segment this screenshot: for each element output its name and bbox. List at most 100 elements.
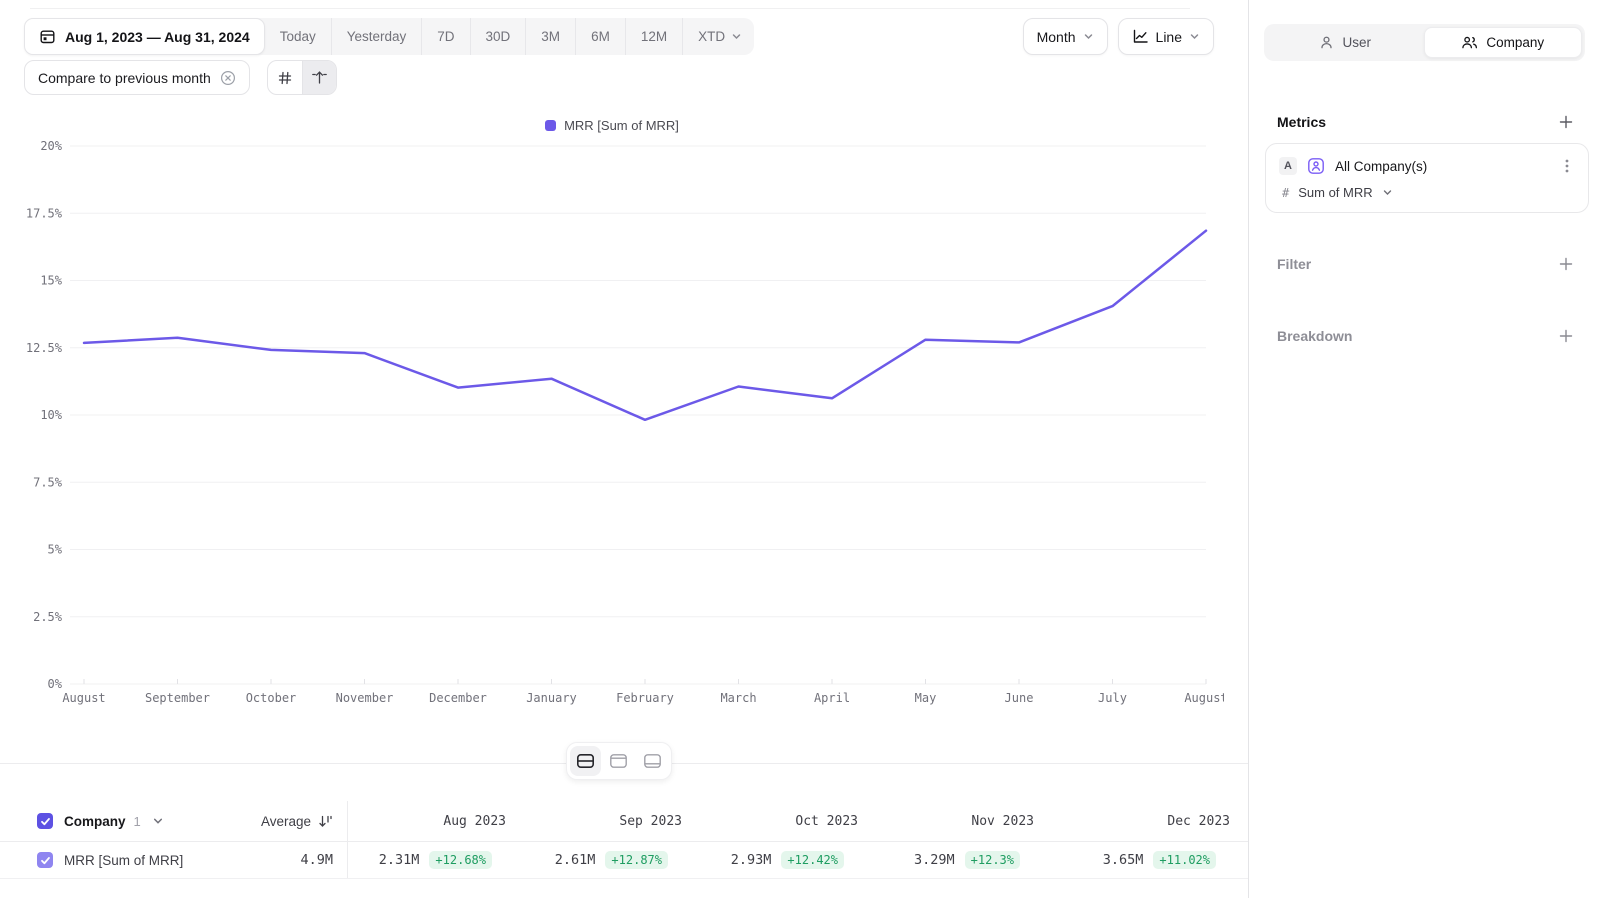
average-value: 4.9M xyxy=(220,842,348,878)
x-tick-label: January xyxy=(526,691,577,705)
y-tick-label: 12.5% xyxy=(26,341,63,355)
date-range-label: Aug 1, 2023 — Aug 31, 2024 xyxy=(65,29,250,45)
chevron-down-icon xyxy=(1382,187,1393,198)
preset-button-today[interactable]: Today xyxy=(265,18,331,55)
add-breakdown-button[interactable] xyxy=(1558,328,1574,344)
add-metric-button[interactable] xyxy=(1558,114,1574,130)
chevron-down-icon xyxy=(1189,31,1200,42)
x-tick-label: May xyxy=(915,691,937,705)
top-divider xyxy=(30,8,1190,9)
layout-split-icon xyxy=(576,753,595,769)
chart-option-toggles xyxy=(267,60,337,95)
grid-icon xyxy=(277,70,293,86)
y-tick-label: 10% xyxy=(40,408,62,422)
date-range-button[interactable]: Aug 1, 2023 — Aug 31, 2024 xyxy=(24,18,265,55)
chart-type-button[interactable]: Line xyxy=(1118,18,1214,55)
add-filter-button[interactable] xyxy=(1558,256,1574,272)
plus-icon xyxy=(1558,114,1574,130)
chart-controls: Month Line xyxy=(1023,18,1214,55)
layout-chart-only-button[interactable] xyxy=(603,746,634,776)
gridlines-toggle-button[interactable] xyxy=(268,61,302,94)
check-icon xyxy=(40,816,51,827)
summary-table: Company 1 Average Aug 2023Sep 2023Oct 20… xyxy=(0,801,1248,879)
mrr-series-line xyxy=(84,231,1206,420)
average-header-label: Average xyxy=(261,814,311,829)
y-tick-label: 15% xyxy=(40,274,62,288)
main-panel: Aug 1, 2023 — Aug 31, 2024 TodayYesterda… xyxy=(0,0,1248,898)
delta-badge: +12.68% xyxy=(429,851,492,869)
x-tick-label: March xyxy=(720,691,756,705)
date-presets: TodayYesterday7D30D3M6M12M xyxy=(265,18,682,55)
tab-company[interactable]: Company xyxy=(1424,27,1583,58)
compare-chip[interactable]: Compare to previous month xyxy=(24,60,250,95)
preset-button-yesterday[interactable]: Yesterday xyxy=(331,18,422,55)
layout-table-only-button[interactable] xyxy=(637,746,668,776)
granularity-button[interactable]: Month xyxy=(1023,18,1108,55)
chevron-down-icon xyxy=(731,31,742,42)
user-icon xyxy=(1319,35,1334,50)
month-column-header: Sep 2023 xyxy=(524,801,700,841)
mrr-value: 3.65M xyxy=(1103,852,1144,868)
metric-row-name: MRR [Sum of MRR] xyxy=(64,853,183,868)
month-value-cell: 3.65M+11.02% xyxy=(1052,842,1248,878)
close-circle-icon[interactable] xyxy=(220,70,236,86)
x-tick-label: April xyxy=(814,691,850,705)
x-tick-label: November xyxy=(336,691,394,705)
preset-button-30d[interactable]: 30D xyxy=(470,18,526,55)
check-icon xyxy=(40,855,51,866)
mrr-line-chart: 0%2.5%5%7.5%10%12.5%15%17.5%20%AugustSep… xyxy=(0,136,1224,710)
kebab-menu-icon[interactable] xyxy=(1560,158,1574,174)
month-column-header: Aug 2023 xyxy=(348,801,524,841)
average-header-cell[interactable]: Average xyxy=(220,801,348,841)
mrr-value: 3.29M xyxy=(914,852,955,868)
tab-company-label: Company xyxy=(1486,35,1544,50)
entity-header-cell[interactable]: Company 1 xyxy=(0,801,220,841)
line-chart-icon xyxy=(1132,28,1149,45)
entity-count: 1 xyxy=(134,814,141,829)
chevron-down-icon xyxy=(152,815,164,827)
metric-card-header: A All Company(s) xyxy=(1279,157,1574,175)
metric-card[interactable]: A All Company(s) # Sum of MRR xyxy=(1265,143,1589,213)
sort-icon xyxy=(318,814,333,829)
filter-title: Filter xyxy=(1277,256,1311,272)
mrr-value: 2.61M xyxy=(555,852,596,868)
y-tick-label: 7.5% xyxy=(33,475,63,489)
xtd-preset-button[interactable]: XTD xyxy=(682,18,754,55)
delta-badge: +12.3% xyxy=(965,851,1020,869)
preset-button-6m[interactable]: 6M xyxy=(575,18,625,55)
plus-icon xyxy=(1558,256,1574,272)
month-column-header: Dec 2023 xyxy=(1052,801,1248,841)
company-icon xyxy=(1461,35,1478,50)
x-tick-label: October xyxy=(246,691,297,705)
select-all-checkbox[interactable] xyxy=(37,813,53,829)
delta-badge: +12.42% xyxy=(781,851,844,869)
chart-legend: MRR [Sum of MRR] xyxy=(0,118,1224,133)
mrr-value: 2.93M xyxy=(731,852,772,868)
month-value-cell: 2.93M +12.42% xyxy=(700,842,876,878)
month-value-cell: 2.61M +12.87% xyxy=(524,842,700,878)
x-tick-label: August xyxy=(62,691,105,705)
x-tick-label: February xyxy=(616,691,674,705)
layout-split-button[interactable] xyxy=(570,746,601,776)
legend-label: MRR [Sum of MRR] xyxy=(564,118,679,133)
hash-icon: # xyxy=(1282,186,1289,200)
measure-selector[interactable]: # Sum of MRR xyxy=(1279,185,1574,200)
metrics-section-header: Metrics xyxy=(1277,114,1574,130)
company-entity-icon xyxy=(1307,157,1325,175)
row-checkbox[interactable] xyxy=(37,852,53,868)
x-tick-label: September xyxy=(145,691,210,705)
month-value-cell: 3.29M +12.3% xyxy=(876,842,1052,878)
delta-badge: +12.87% xyxy=(605,851,668,869)
xtd-label: XTD xyxy=(698,29,725,44)
preset-button-3m[interactable]: 3M xyxy=(525,18,575,55)
month-column-header: Nov 2023 xyxy=(876,801,1052,841)
month-column-header: Oct 2023 xyxy=(700,801,876,841)
preset-button-7d[interactable]: 7D xyxy=(421,18,469,55)
marker-toggle-button[interactable] xyxy=(302,61,336,94)
entity-header-label: Company xyxy=(64,814,126,829)
x-tick-label: July xyxy=(1098,691,1127,705)
y-tick-label: 0% xyxy=(48,677,63,691)
preset-button-12m[interactable]: 12M xyxy=(625,18,682,55)
tab-user[interactable]: User xyxy=(1267,27,1424,58)
legend-swatch xyxy=(545,120,556,131)
